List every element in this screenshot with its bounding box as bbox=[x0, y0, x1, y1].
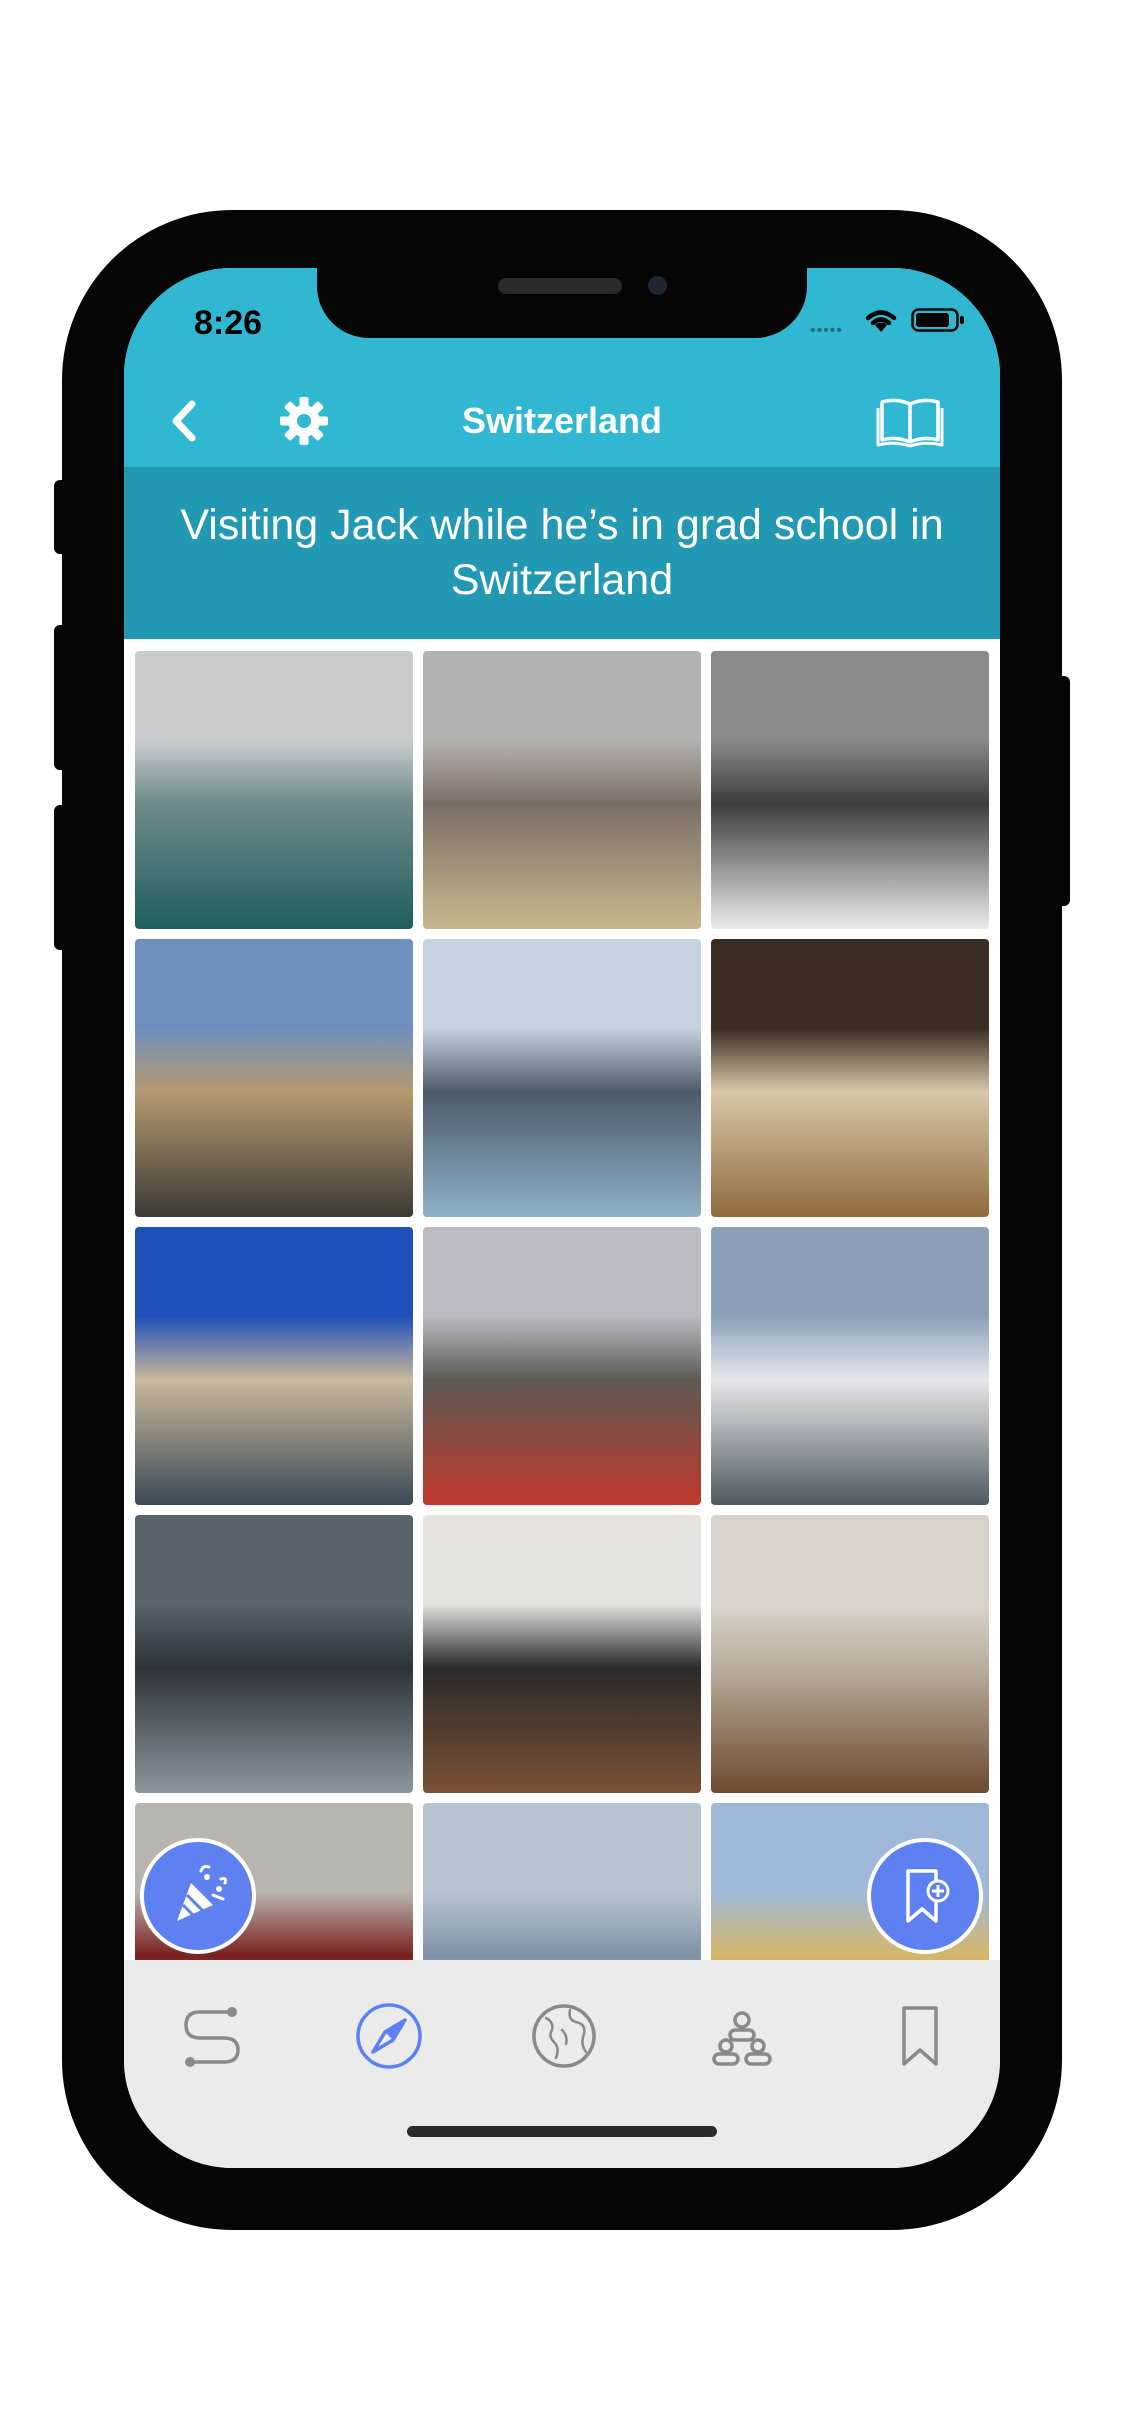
tab-route[interactable] bbox=[172, 1996, 252, 2076]
tab-globe[interactable] bbox=[524, 1996, 604, 2076]
bookmark-icon bbox=[902, 2006, 938, 2066]
photo-thumbnail-church-snowy-park[interactable] bbox=[423, 939, 701, 1217]
photo-thumbnail-swan-on-water[interactable] bbox=[135, 1515, 413, 1793]
navigation-bar: Switzerland bbox=[124, 380, 1000, 467]
route-icon bbox=[184, 2007, 240, 2067]
trip-description-banner: Visiting Jack while he’s in grad school … bbox=[124, 467, 1000, 639]
photo-thumbnail-foggy-river-town[interactable] bbox=[135, 651, 413, 929]
battery-icon bbox=[911, 308, 964, 332]
celebrate-button[interactable] bbox=[140, 1838, 256, 1954]
tab-saved[interactable] bbox=[880, 1996, 960, 2076]
bookmark-add-icon bbox=[906, 1869, 950, 1923]
trip-description: Visiting Jack while he’s in grad school … bbox=[180, 501, 944, 604]
signal-strength-icon: ••••• bbox=[810, 322, 844, 339]
photo-thumbnail-gallery-painting-trees[interactable] bbox=[711, 1515, 989, 1793]
page-title: Switzerland bbox=[461, 400, 663, 441]
add-bookmark-button[interactable] bbox=[867, 1838, 983, 1954]
journal-button[interactable] bbox=[874, 390, 946, 452]
photo-thumbnail-cobblestone-street[interactable] bbox=[423, 1227, 701, 1505]
notch bbox=[317, 268, 807, 338]
open-book-icon bbox=[876, 398, 944, 448]
photo-thumbnail-lakeside-town[interactable] bbox=[135, 1227, 413, 1505]
photo-thumbnail-alpine-lake-view[interactable] bbox=[711, 1227, 989, 1505]
speaker-grille bbox=[498, 278, 622, 294]
tab-bar bbox=[124, 1960, 1000, 2168]
photo-thumbnail-monument-snow[interactable] bbox=[711, 651, 989, 929]
photo-thumbnail-mountain-horizon[interactable] bbox=[423, 1803, 701, 1960]
status-bar: 8:26 ••••• bbox=[124, 268, 1000, 380]
photo-grid bbox=[135, 651, 989, 1960]
party-popper-icon bbox=[177, 1865, 227, 1921]
phone-screen: 8:26 ••••• Switzerland Visiting Jack whi… bbox=[124, 268, 1000, 2168]
people-icon bbox=[712, 2011, 772, 2066]
tab-explore[interactable] bbox=[349, 1996, 429, 2076]
photo-thumbnail-snowy-rooftops[interactable] bbox=[423, 651, 701, 929]
photo-thumbnail-gallery-painting-dark[interactable] bbox=[423, 1515, 701, 1793]
front-camera bbox=[648, 276, 667, 295]
wifi-icon bbox=[865, 310, 897, 332]
compass-icon bbox=[356, 2003, 422, 2069]
photo-thumbnail-grand-hotel[interactable] bbox=[135, 939, 413, 1217]
globe-icon bbox=[532, 2004, 596, 2068]
tab-people[interactable] bbox=[702, 1996, 782, 2076]
photo-thumbnail-cafe-bicycles[interactable] bbox=[711, 939, 989, 1217]
status-time: 8:26 bbox=[194, 304, 263, 342]
photo-gallery bbox=[124, 639, 1000, 1960]
home-indicator[interactable] bbox=[407, 2126, 717, 2137]
